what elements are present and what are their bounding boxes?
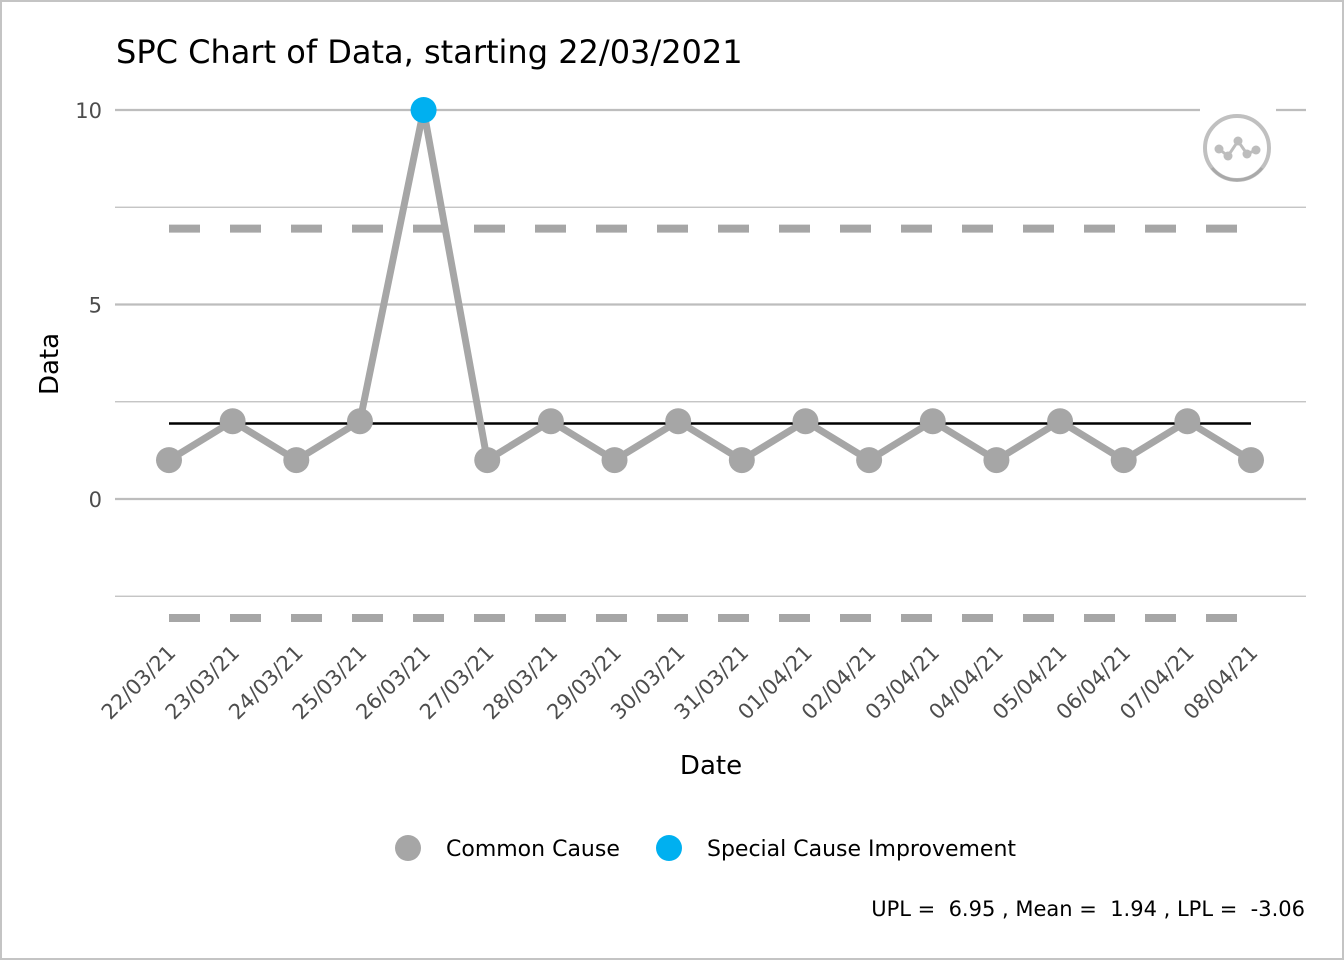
- data-point-common-cause: [792, 408, 819, 435]
- data-point-common-cause: [665, 408, 692, 435]
- series-line: [167, 106, 1253, 464]
- data-series: [156, 97, 1264, 474]
- grid-lines: [115, 108, 1306, 597]
- y-tick-label: 10: [75, 99, 102, 123]
- x-axis-ticks: 22/03/2123/03/2124/03/2125/03/2126/03/21…: [97, 641, 1263, 725]
- common-cause-variation-icon: [1200, 108, 1276, 182]
- legend-marker-common-cause: [395, 835, 421, 861]
- control-limits: [169, 224, 1251, 623]
- data-point-common-cause: [1110, 447, 1137, 474]
- y-axis-title: Data: [35, 333, 65, 395]
- data-point-special-cause-improvement: [410, 97, 437, 123]
- legend-label-common-cause: Common Cause: [446, 837, 620, 862]
- legend-label-special-cause-improvement: Special Cause Improvement: [707, 837, 1016, 862]
- legend-marker-special-cause-improvement: [656, 835, 682, 861]
- chart-title: SPC Chart of Data, starting 22/03/2021: [116, 33, 743, 71]
- limits-caption: UPL = 6.95 , Mean = 1.94 , LPL = -3.06: [871, 897, 1305, 921]
- data-point-common-cause: [1047, 408, 1074, 435]
- data-point-common-cause: [983, 447, 1010, 474]
- spc-chart: SPC Chart of Data, starting 22/03/2021 0…: [35, 33, 1306, 921]
- data-point-common-cause: [219, 408, 246, 435]
- y-tick-label: 0: [89, 488, 102, 512]
- data-point-common-cause: [156, 447, 182, 474]
- y-axis-ticks: 0 5 10: [75, 99, 102, 512]
- data-point-common-cause: [346, 408, 373, 435]
- data-point-common-cause: [919, 408, 946, 435]
- legend: Common Cause Special Cause Improvement: [395, 835, 1016, 862]
- data-point-common-cause: [601, 447, 628, 474]
- data-point-common-cause: [474, 447, 501, 474]
- data-point-common-cause: [1174, 408, 1201, 435]
- y-tick-label: 5: [89, 294, 102, 318]
- data-point-common-cause: [728, 447, 755, 474]
- data-point-common-cause: [856, 447, 883, 474]
- data-point-common-cause: [1238, 447, 1264, 474]
- data-point-common-cause: [537, 408, 564, 435]
- data-point-common-cause: [283, 447, 310, 474]
- x-axis-title: Date: [680, 751, 742, 781]
